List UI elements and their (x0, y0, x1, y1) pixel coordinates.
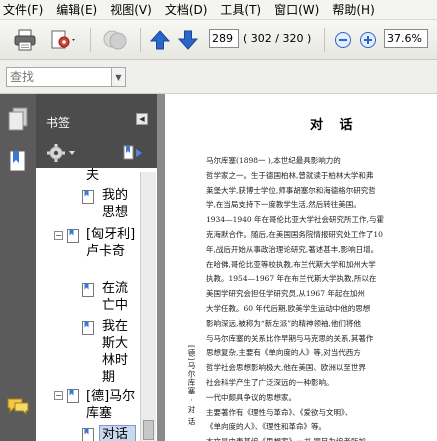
next-page-button[interactable] (177, 28, 199, 52)
navigation-pane-strip (0, 94, 36, 441)
gear-icon (47, 144, 75, 162)
page-text-line: 影响深远,被称为“新左派”的精神领袖,他们将他 (206, 318, 361, 328)
zoom-out-icon (335, 32, 351, 48)
printer-icon (14, 29, 36, 51)
zoom-out-button[interactable] (334, 28, 352, 52)
bookmark-label: 我在斯大林时期 (102, 319, 129, 385)
zoom-level-input[interactable] (384, 29, 428, 48)
bookmark-page-icon (82, 321, 94, 335)
page-text-line: 大学任教。60 年代后期,欧美学生运动中他的思想 (206, 303, 371, 313)
page-text-line: 社会科学产生了广泛深远的一种影响。 (206, 377, 334, 387)
pages-icon (8, 107, 28, 131)
page-text-line: 克海默合作。随后,在美国国务院情报研究处工作了10 (206, 229, 383, 239)
comment-icon (7, 398, 29, 416)
toolbar-separator (90, 28, 91, 52)
chevron-left-icon: ◀ (139, 115, 145, 123)
toolbar-separator (140, 28, 141, 52)
bookmark-label: 对话 (99, 425, 136, 441)
bookmark-page-icon (82, 428, 94, 441)
collaborate-icon (103, 30, 127, 50)
menu-document[interactable]: 文档(D) (165, 1, 208, 18)
page-text-line: 思想复杂,主要有《单向度的人》等,对当代西方 (206, 348, 361, 358)
collaborate-button[interactable] (101, 28, 129, 52)
bookmark-options-button[interactable] (46, 143, 78, 163)
chevron-down-icon: ▼ (115, 72, 122, 82)
menu-view[interactable]: 视图(V) (110, 1, 152, 18)
bookmarks-panel-tools (36, 138, 157, 168)
bookmark-label: [匈牙利]卢卡奇 (86, 227, 136, 259)
comments-panel-button[interactable] (6, 394, 30, 422)
pages-panel-button[interactable] (6, 106, 30, 134)
page-text-line: 哲学家之一。生于德国柏林,曾就读于柏林大学和弗 (206, 170, 374, 180)
collapse-panel-button[interactable]: ◀ (136, 113, 148, 125)
page-number-input[interactable] (209, 29, 239, 48)
zoom-in-button[interactable] (359, 28, 377, 52)
previous-page-button[interactable] (149, 28, 171, 52)
print-button[interactable] (12, 28, 38, 52)
page-text-line: 一代中颇具争议的思想家。 (206, 392, 296, 402)
page-text-line: 与马尔库塞的关系比作早期与马克思的关系,其著作 (206, 333, 374, 343)
arrow-down-icon (178, 30, 198, 50)
menu-edit[interactable]: 编辑(E) (56, 1, 97, 18)
find-toolbar: ▼ (0, 60, 437, 94)
bookmark-label: [德]马尔库塞 (86, 389, 136, 421)
document-gear-icon (51, 30, 75, 49)
menu-window[interactable]: 窗口(W) (274, 1, 319, 18)
bookmarks-panel-button[interactable] (6, 148, 30, 176)
find-input[interactable] (6, 67, 112, 87)
bookmarks-panel-title: 书签 (46, 116, 71, 130)
menu-help[interactable]: 帮助(H) (332, 1, 374, 18)
page-heading: 对 话 (310, 118, 359, 133)
bookmark-page-icon (67, 389, 79, 403)
scrollbar-thumb[interactable] (143, 420, 154, 440)
bookmark-expander[interactable]: − (54, 231, 63, 240)
page-text-line: 1934—1940 年在哥伦比亚大学社会研究所工作,与霍 (206, 215, 384, 225)
bookmarks-panel-header: 书签 ◀ (36, 94, 157, 138)
bookmark-page-icon (82, 283, 94, 297)
page-body-text: 马尔库塞(1898一 ),本世纪最具影响力的哲学家之一。生于德国柏林,曾就读于柏… (206, 154, 430, 441)
page-text-line: 莱堡大学,获博士学位,师事胡塞尔和海德格尔研究哲 (206, 185, 376, 195)
page-text-line: 哲学社会思想影响极大,他在美国、欧洲以至世界 (206, 363, 366, 373)
page-text-line: 在哈佛,哥伦比亚等校执教,布兰代斯大学和加州大学 (206, 259, 376, 269)
page-text-line: 《单向度的人》、《理性和革命》等。 (206, 422, 326, 432)
bookmark-expander[interactable]: − (54, 391, 63, 400)
bookmark-page-icon (67, 229, 79, 243)
bookmark-page-icon (82, 190, 94, 204)
page-side-running-head: [德]马尔库塞 · 对 话 (187, 345, 196, 426)
page-text-line: 主要著作有《理性与革命》、《爱欲与文明》、 (206, 407, 353, 417)
bookmark-label: 夫 (86, 168, 100, 180)
create-pdf-button[interactable] (48, 28, 78, 52)
bookmark-icon (9, 150, 26, 172)
arrow-up-icon (150, 30, 170, 50)
expand-bookmark-icon (123, 145, 142, 160)
zoom-in-icon (360, 32, 376, 48)
toolbar: ( 302 / 320 ) (0, 20, 437, 60)
menu-file[interactable]: 文件(F) (3, 1, 43, 18)
page-count: ( 302 / 320 ) (243, 32, 312, 45)
page-text-line: 年,战后开始从事政治理论研究,著述甚丰,影响日增。 (206, 244, 379, 254)
toolbar-separator (324, 28, 325, 52)
page-text-line: 马尔库塞(1898一 ),本世纪最具影响力的 (206, 156, 341, 165)
bookmarks-scrollbar[interactable] (140, 172, 156, 441)
expand-bookmark-button[interactable] (122, 143, 146, 163)
menu-bar: 文件(F) 编辑(E) 视图(V) 文档(D) 工具(T) 窗口(W) 帮助(H… (0, 0, 437, 20)
page-text-line: 本文是由麦基编《思想家》一书,题目为编者所加。 (206, 435, 430, 441)
page-text-line: 学,在当局支持下一度教学生活,然后转往美国。 (206, 200, 361, 210)
bookmark-label: 我的思想 (102, 188, 129, 220)
bookmark-label: 在流亡中 (102, 281, 129, 313)
page-text-line: 执教。1954—1967 年在布兰代斯大学执教,所以在 (206, 274, 377, 284)
menu-tools[interactable]: 工具(T) (220, 1, 261, 18)
page-text-line: 美国学研究会担任学研究员,从1967 年起在加州 (206, 289, 365, 299)
find-options-dropdown[interactable]: ▼ (112, 67, 126, 87)
